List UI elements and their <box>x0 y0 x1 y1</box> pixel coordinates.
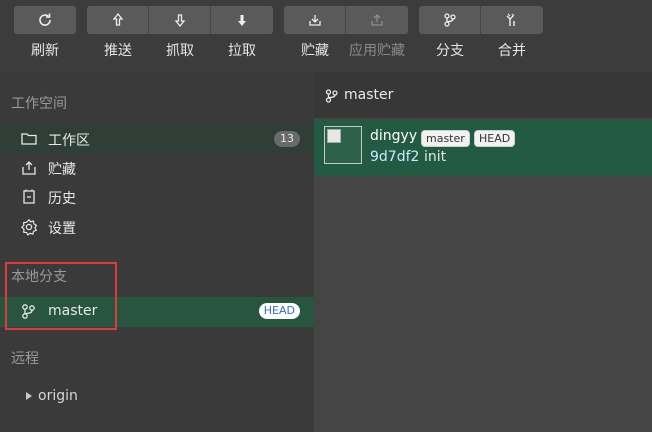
toolbar: 刷新 推送 抓取 拉取 贮藏 应用贮藏 分支 合并 <box>0 0 652 72</box>
current-branch-name: master <box>344 87 394 103</box>
refresh-label: 刷新 <box>31 43 59 59</box>
stash-label: 贮藏 <box>301 43 329 59</box>
apply-stash-button[interactable] <box>346 6 408 34</box>
pull-label: 拉取 <box>228 43 256 59</box>
sidebar: 工作空间 工作区 13 贮藏 历史 设置 本地分支 master HEAD 远程… <box>0 72 314 432</box>
branch-label: 分支 <box>436 43 464 59</box>
sidebar-item-workspace[interactable]: 工作区 13 <box>0 124 314 154</box>
ref-tag-head: HEAD <box>474 130 516 147</box>
folder-icon <box>21 133 37 145</box>
sidebar-item-label: 贮藏 <box>48 162 76 178</box>
refresh-group <box>14 6 76 34</box>
stash-button[interactable] <box>284 6 346 34</box>
annotation-highlight-box <box>5 262 117 330</box>
avatar <box>324 126 362 164</box>
commit-message: init <box>424 149 447 165</box>
fetch-icon <box>174 14 185 28</box>
stash-icon <box>22 161 36 175</box>
merge-icon <box>506 13 515 26</box>
fetch-button[interactable] <box>149 6 211 34</box>
push-label: 推送 <box>104 43 132 59</box>
stash-group <box>284 6 408 34</box>
sidebar-item-label: 历史 <box>48 191 76 207</box>
remote-section-title: 远程 <box>11 351 39 367</box>
caret-right-icon <box>26 392 32 400</box>
sidebar-item-settings[interactable]: 设置 <box>0 212 314 242</box>
branch-button[interactable] <box>419 6 481 34</box>
commit-hash: 9d7df2 <box>370 149 420 165</box>
branch-header: master <box>314 72 652 118</box>
branch-icon <box>443 13 456 27</box>
main-panel: master dingyy master HEAD 9d7df2 init <box>314 72 652 432</box>
refresh-icon <box>39 13 51 26</box>
remote-name: origin <box>38 388 78 404</box>
commit-author: dingyy <box>370 128 418 144</box>
workspace-section-title: 工作空间 <box>11 96 67 112</box>
remote-item-origin[interactable]: origin <box>26 388 78 404</box>
refresh-button[interactable] <box>14 6 76 34</box>
ref-tag-branch: master <box>421 130 470 147</box>
broken-image-icon <box>327 129 341 143</box>
push-button[interactable] <box>87 6 149 34</box>
gear-icon <box>20 218 38 236</box>
merge-button[interactable] <box>481 6 543 34</box>
apply-stash-icon <box>371 14 383 26</box>
merge-label: 合并 <box>498 43 526 59</box>
commit-row[interactable]: dingyy master HEAD 9d7df2 init <box>314 120 652 176</box>
pull-button[interactable] <box>211 6 273 34</box>
branch-group <box>419 6 543 34</box>
stash-icon <box>308 15 321 26</box>
sidebar-item-label: 工作区 <box>48 133 90 149</box>
branch-icon <box>325 89 338 103</box>
sidebar-item-stash[interactable]: 贮藏 <box>0 153 314 183</box>
sidebar-item-label: 设置 <box>48 221 76 237</box>
pull-icon <box>238 15 246 26</box>
apply-stash-label: 应用贮藏 <box>349 43 405 59</box>
push-icon <box>112 12 123 26</box>
sidebar-item-history[interactable]: 历史 <box>0 182 314 212</box>
history-icon <box>23 189 35 204</box>
head-badge: HEAD <box>258 303 300 319</box>
fetch-label: 抓取 <box>166 43 194 59</box>
change-count-badge: 13 <box>274 131 300 147</box>
sync-group <box>87 6 273 34</box>
